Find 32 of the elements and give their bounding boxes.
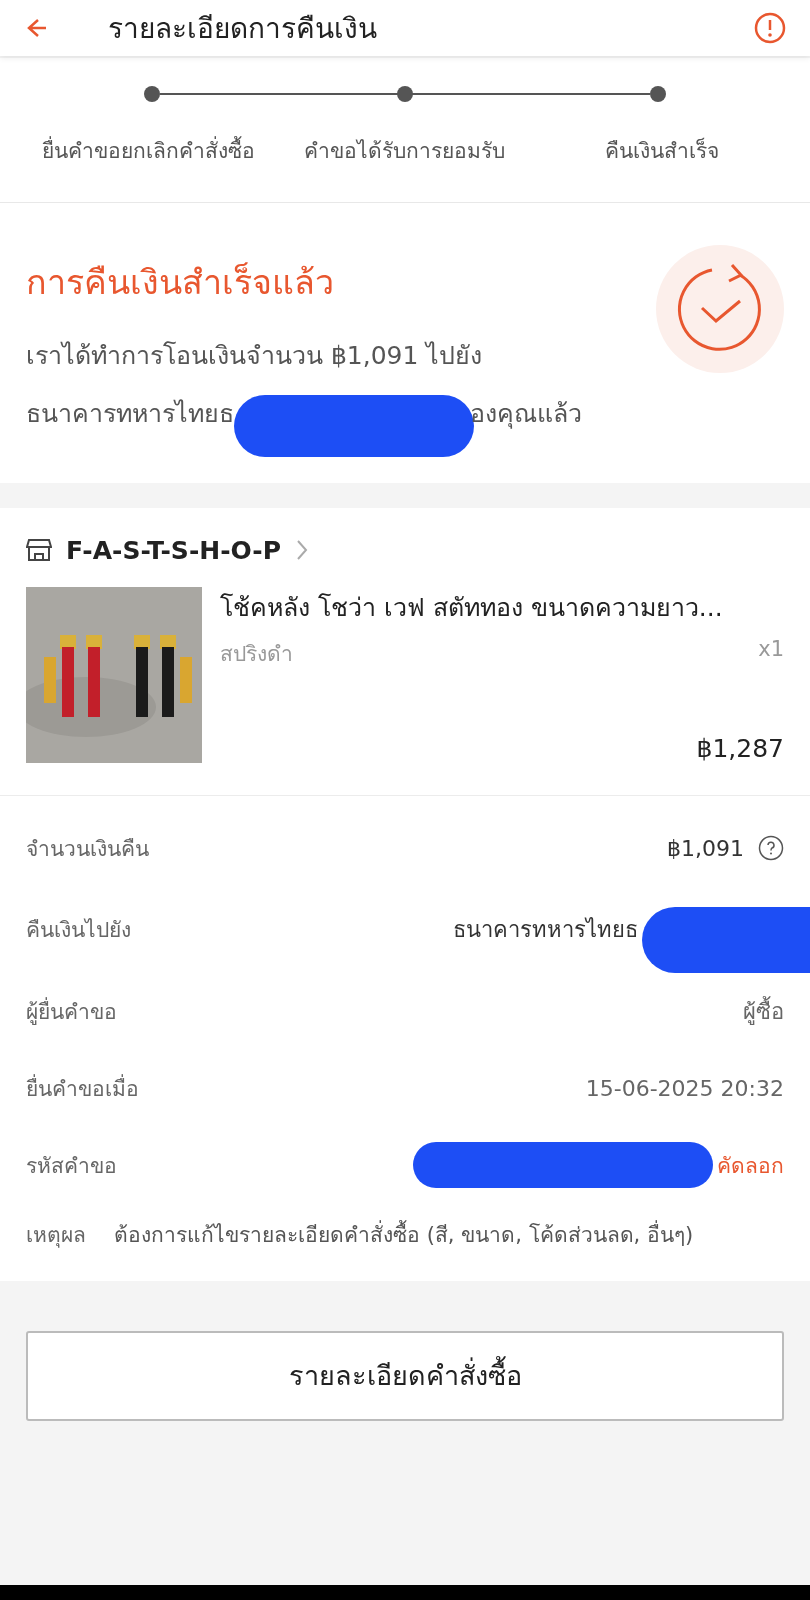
detail-label: จำนวนเงินคืน — [26, 835, 149, 863]
detail-label: ผู้ยื่นคำขอ — [26, 996, 117, 1027]
detail-value: ต้องการแก้ไขรายละเอียดคำสั่งซื้อ (สี, ขนาด, โค้ดส่วนลด, อื่นๆ) — [114, 1219, 694, 1249]
chevron-right-icon[interactable] — [294, 539, 309, 561]
detail-label: คืนเงินไปยัง — [26, 917, 131, 944]
product-title[interactable]: โช้คหลัง โชว่า เวฟ สตัททอง ขนาดความยาว... — [220, 586, 784, 627]
status-message: เราได้ทำการโอนเงินจำนวน ฿1,091 ไปยัง — [26, 339, 484, 372]
status-message: ธนาคารทหารไทยธ — [26, 397, 234, 430]
shop-name[interactable]: F-A-S-T-S-H-O-P — [66, 535, 281, 565]
status-message: องคุณแล้ว — [470, 397, 582, 431]
step-dot — [650, 86, 666, 102]
page-title: รายละเอียดการคืนเงิน — [108, 11, 378, 47]
detail-label: เหตุผล — [26, 1221, 86, 1250]
step-label: คืนเงินสำเร็จ — [603, 136, 720, 165]
refund-success-icon — [656, 244, 784, 373]
detail-value: ธนาคารทหารไทยธ — [453, 916, 638, 944]
detail-value: ฿1,091 — [667, 835, 744, 861]
order-details-button[interactable]: รายละเอียดคำสั่งซื้อ — [26, 1330, 784, 1421]
shop-icon — [26, 538, 52, 562]
product-variant: สปริงดำ — [220, 640, 293, 668]
product-quantity: x1 — [758, 636, 784, 663]
step-dot — [397, 86, 413, 102]
product-price: ฿1,287 — [695, 733, 784, 763]
status-title: การคืนเงินสำเร็จแล้ว — [26, 260, 335, 304]
detail-value: 15-06-2025 20:32 — [585, 1075, 784, 1101]
step-label: ยื่นคำขอยกเลิกคำสั่งซื้อ — [20, 136, 277, 168]
step-label: คำขอได้รับการยอมรับ — [303, 138, 507, 165]
copy-link[interactable]: คัดลอก — [717, 1148, 784, 1182]
detail-value: ผู้ซื้อ — [743, 995, 784, 1027]
detail-label: ยื่นคำขอเมื่อ — [26, 1073, 139, 1103]
detail-label: รหัสคำขอ — [26, 1152, 117, 1180]
step-dot — [144, 86, 160, 102]
